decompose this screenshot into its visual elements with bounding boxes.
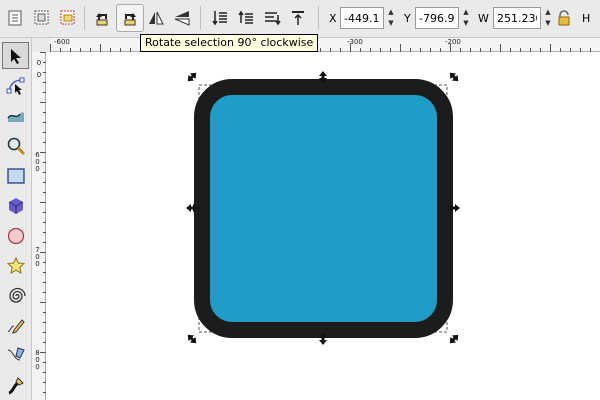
raise-icon[interactable] xyxy=(232,4,260,32)
x-label: X xyxy=(329,12,337,25)
horizontal-ruler[interactable]: -600 -300 -200 xyxy=(50,38,600,52)
x-input[interactable] xyxy=(341,11,383,25)
ruler-label-v1: 0 xyxy=(36,59,42,67)
ruler-label-minus200: -200 xyxy=(445,38,461,46)
y-input[interactable] xyxy=(416,11,458,25)
w-spinner[interactable]: ▲ ▼ xyxy=(542,8,554,28)
selector-tool-icon[interactable] xyxy=(2,42,29,69)
tooltip: Rotate selection 90° clockwise xyxy=(140,34,319,52)
ruler-label-v5: 800 xyxy=(35,349,40,371)
x-spinner[interactable]: ▲ ▼ xyxy=(385,8,397,28)
ruler-label-minus600: -600 xyxy=(54,38,70,46)
handle-bottom-right[interactable] xyxy=(447,332,461,346)
ruler-label-v3: 600 xyxy=(35,151,40,173)
spiral-tool-icon[interactable] xyxy=(2,282,29,309)
canvas-drawing xyxy=(185,70,461,346)
rotate-cw-icon[interactable] xyxy=(116,4,144,32)
handle-bottom-left[interactable] xyxy=(185,332,199,346)
lower-icon[interactable] xyxy=(258,4,286,32)
pencil-tool-icon[interactable] xyxy=(2,312,29,339)
node-tool-icon[interactable] xyxy=(2,72,29,99)
y-field[interactable] xyxy=(415,7,459,29)
drawing-canvas[interactable] xyxy=(47,52,600,400)
select-all-icon[interactable] xyxy=(2,4,30,32)
rotate-ccw-icon[interactable] xyxy=(88,4,116,32)
handle-top-right[interactable] xyxy=(447,70,461,84)
horizontal-ruler-ticks xyxy=(50,44,591,52)
rectangle-tool-icon[interactable] xyxy=(2,162,29,189)
h-label: H xyxy=(582,12,591,25)
vertical-ruler[interactable]: 0 0 600 700 800 xyxy=(32,52,46,400)
raise-to-top-icon[interactable] xyxy=(206,4,234,32)
handle-top-left[interactable] xyxy=(185,70,199,84)
ruler-corner xyxy=(32,38,50,52)
zoom-tool-icon[interactable] xyxy=(2,132,29,159)
star-tool-icon[interactable] xyxy=(2,252,29,279)
w-field[interactable] xyxy=(493,7,541,29)
pen-tool-icon[interactable] xyxy=(2,342,29,369)
tweak-tool-icon[interactable] xyxy=(2,102,29,129)
y-spinner[interactable]: ▲ ▼ xyxy=(460,8,472,28)
lock-icon[interactable] xyxy=(554,4,574,32)
deselect-icon[interactable] xyxy=(54,4,82,32)
ruler-label-v4: 700 xyxy=(35,246,40,268)
flip-horizontal-icon[interactable] xyxy=(142,4,170,32)
lower-to-bottom-icon[interactable] xyxy=(284,4,312,32)
x-field[interactable] xyxy=(340,7,384,29)
vertical-ruler-ticks xyxy=(40,52,46,393)
rounded-square-shape[interactable] xyxy=(194,79,453,338)
w-input[interactable] xyxy=(494,11,540,25)
box3d-tool-icon[interactable] xyxy=(2,192,29,219)
select-all-layers-icon[interactable] xyxy=(28,4,56,32)
y-label: Y xyxy=(404,12,411,25)
w-label: W xyxy=(478,12,489,25)
commands-toolbar: X ▲▼ Y ▲▼ W ▲▼ H xyxy=(0,0,600,38)
toolbox xyxy=(0,38,32,400)
calligraphy-tool-icon[interactable] xyxy=(2,372,29,399)
ellipse-tool-icon[interactable] xyxy=(2,222,29,249)
ruler-label-v2: 0 xyxy=(36,71,42,79)
ruler-label-minus300: -300 xyxy=(347,38,363,46)
flip-vertical-icon[interactable] xyxy=(168,4,196,32)
